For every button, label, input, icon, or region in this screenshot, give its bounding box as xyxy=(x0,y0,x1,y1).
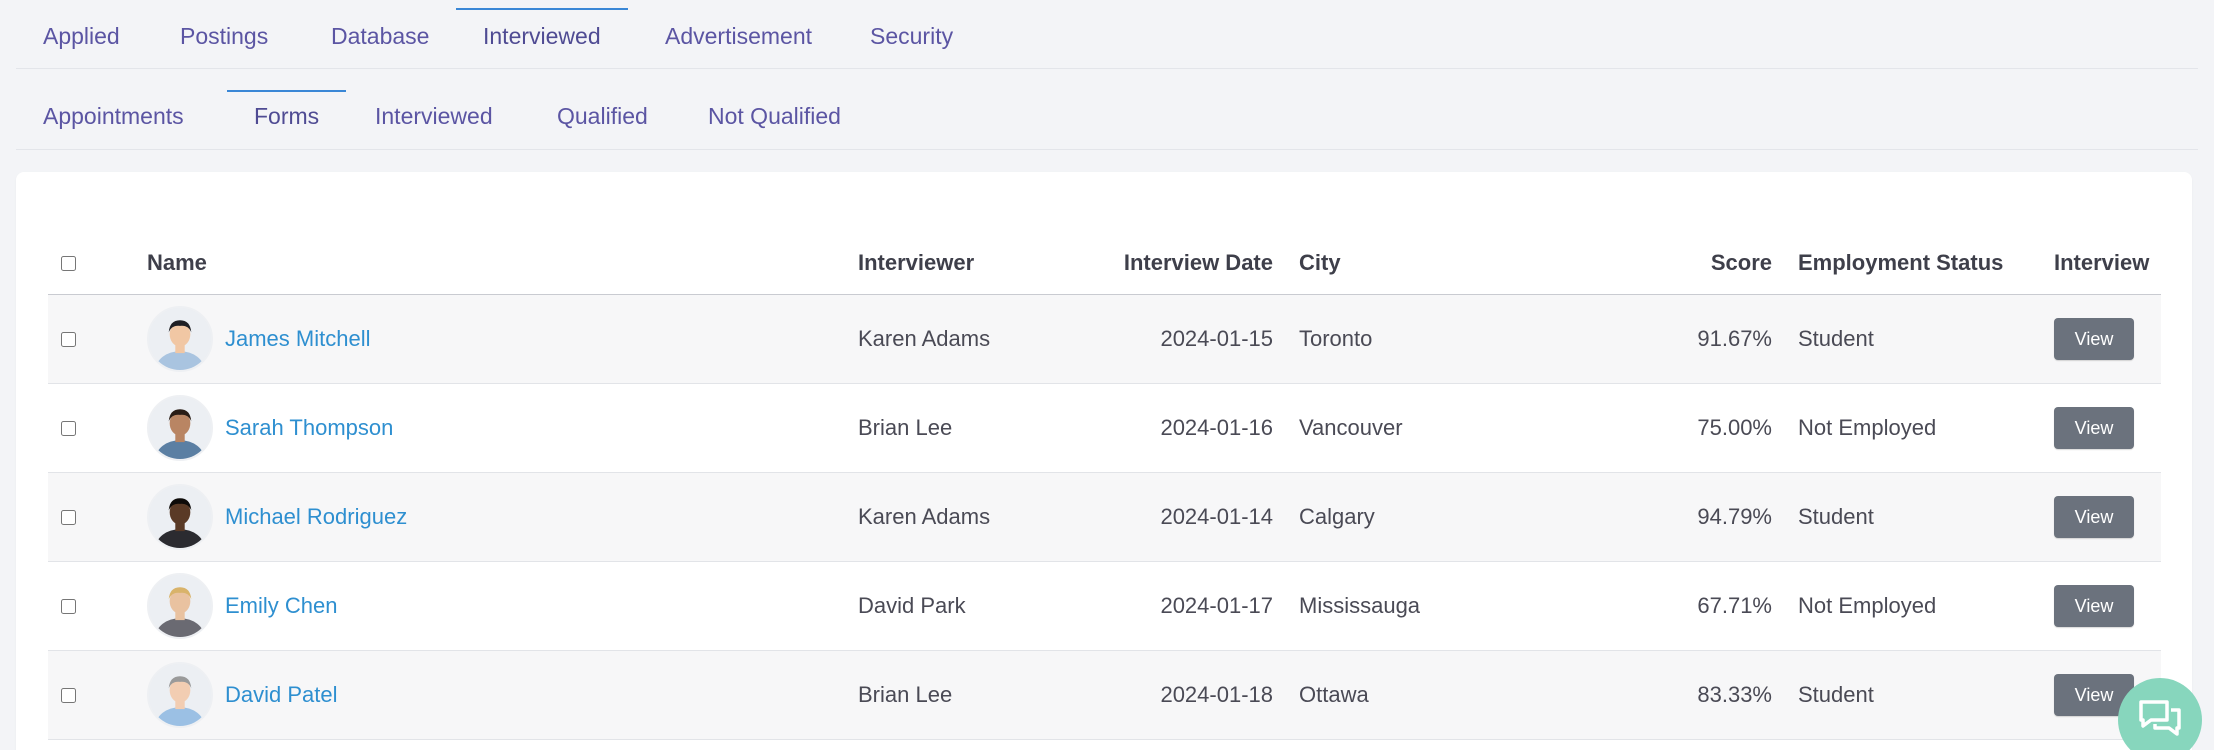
candidate-name-group: James Mitchell xyxy=(147,305,858,372)
candidate-cell: Emily Chen xyxy=(147,561,858,651)
interview-date-cell: 2024-01-15 xyxy=(1090,294,1299,384)
person-avatar xyxy=(147,572,213,639)
table-row[interactable]: James Mitchell Karen Adams 2024-01-15 To… xyxy=(48,294,2161,384)
interviewed-forms-card: Name Interviewer Interview Date City Sco… xyxy=(16,172,2192,750)
city-cell: Vancouver xyxy=(1299,383,1545,473)
interviewer-cell: Brian Lee xyxy=(858,383,1090,473)
table-row[interactable]: Sarah Thompson Brian Lee 2024-01-16 Vanc… xyxy=(48,383,2161,473)
interviewer-cell: David Park xyxy=(858,561,1090,651)
candidate-name-group: Sarah Thompson xyxy=(147,394,858,461)
subtab-not-qualified[interactable]: Not Qualified xyxy=(681,82,868,149)
employment-status-cell: Student xyxy=(1798,472,2054,562)
candidate-name-group: David Patel xyxy=(147,661,858,728)
row-checkbox[interactable] xyxy=(61,510,76,526)
row-checkbox[interactable] xyxy=(61,599,76,615)
candidate-name-link[interactable]: Sarah Thompson xyxy=(225,415,393,441)
candidate-name-link[interactable]: James Mitchell xyxy=(225,326,370,352)
row-checkbox[interactable] xyxy=(61,421,76,437)
city-cell: Ottawa xyxy=(1299,650,1545,740)
candidate-name-link[interactable]: Michael Rodriguez xyxy=(225,504,407,530)
person-avatar-icon xyxy=(149,663,211,726)
column-header-city[interactable]: City xyxy=(1299,232,1545,295)
subtab-appointments[interactable]: Appointments xyxy=(16,82,211,149)
tab-database[interactable]: Database xyxy=(304,0,456,68)
row-checkbox[interactable] xyxy=(61,332,76,348)
subtab-qualified[interactable]: Qualified xyxy=(530,82,675,149)
interviewer-cell: Brian Lee xyxy=(858,650,1090,740)
interviewer-cell: Karen Adams xyxy=(858,294,1090,384)
column-header-name[interactable]: Name xyxy=(147,232,858,295)
subtab-interviewed[interactable]: Interviewed xyxy=(348,82,520,149)
select-all-checkbox[interactable] xyxy=(61,256,76,272)
interview-cell: View xyxy=(2054,561,2161,651)
person-avatar xyxy=(147,661,213,728)
column-header-interview[interactable]: Interview xyxy=(2054,232,2161,295)
candidate-cell: Sarah Thompson xyxy=(147,383,858,473)
chat-bubbles-icon xyxy=(2139,700,2181,736)
column-header-interview-date[interactable]: Interview Date xyxy=(1090,232,1299,295)
tab-interviewed[interactable]: Interviewed xyxy=(456,0,628,68)
candidate-cell: James Mitchell xyxy=(147,294,858,384)
employment-status-cell: Student xyxy=(1798,294,2054,384)
primary-tab-bar: Applied Postings Database Interviewed Ad… xyxy=(16,0,2198,69)
person-avatar-icon xyxy=(149,485,211,548)
view-interview-button[interactable]: View xyxy=(2054,317,2134,360)
tab-postings[interactable]: Postings xyxy=(153,0,295,68)
interview-cell: View xyxy=(2054,294,2161,384)
interview-cell: View xyxy=(2054,472,2161,562)
candidates-table: Name Interviewer Interview Date City Sco… xyxy=(48,232,2161,740)
row-checkbox[interactable] xyxy=(61,688,76,704)
interviewer-cell: Karen Adams xyxy=(858,472,1090,562)
score-cell: 94.79% xyxy=(1545,472,1798,562)
subtab-forms[interactable]: Forms xyxy=(227,82,347,149)
person-avatar-icon xyxy=(149,307,211,370)
tab-advertisement[interactable]: Advertisement xyxy=(638,0,839,68)
column-header-score[interactable]: Score xyxy=(1545,232,1798,295)
tab-security[interactable]: Security xyxy=(843,0,980,68)
column-header-employment-status[interactable]: Employment Status xyxy=(1798,232,2054,295)
interview-date-cell: 2024-01-17 xyxy=(1090,561,1299,651)
person-avatar xyxy=(147,483,213,550)
candidate-cell: David Patel xyxy=(147,650,858,740)
view-interview-button[interactable]: View xyxy=(2054,584,2134,627)
employment-status-cell: Student xyxy=(1798,650,2054,740)
candidate-name-link[interactable]: David Patel xyxy=(225,682,338,708)
view-interview-button[interactable]: View xyxy=(2054,495,2134,538)
interview-date-cell: 2024-01-16 xyxy=(1090,383,1299,473)
person-avatar-icon xyxy=(149,396,211,459)
candidate-name-group: Michael Rodriguez xyxy=(147,483,858,550)
person-avatar xyxy=(147,394,213,461)
select-all-cell xyxy=(48,232,147,295)
tab-applied[interactable]: Applied xyxy=(16,0,147,68)
row-select-cell xyxy=(48,561,147,651)
secondary-tab-bar: Appointments Forms Interviewed Qualified… xyxy=(16,82,2198,150)
candidate-name-link[interactable]: Emily Chen xyxy=(225,593,337,619)
candidate-cell: Michael Rodriguez xyxy=(147,472,858,562)
score-cell: 91.67% xyxy=(1545,294,1798,384)
interview-date-cell: 2024-01-18 xyxy=(1090,650,1299,740)
table-row[interactable]: Emily Chen David Park 2024-01-17 Mississ… xyxy=(48,561,2161,651)
person-avatar-icon xyxy=(149,574,211,637)
row-select-cell xyxy=(48,650,147,740)
score-cell: 75.00% xyxy=(1545,383,1798,473)
candidate-name-group: Emily Chen xyxy=(147,572,858,639)
row-select-cell xyxy=(48,472,147,562)
table-header-row: Name Interviewer Interview Date City Sco… xyxy=(48,232,2161,295)
city-cell: Calgary xyxy=(1299,472,1545,562)
interview-cell: View xyxy=(2054,383,2161,473)
column-header-interviewer[interactable]: Interviewer xyxy=(858,232,1090,295)
employment-status-cell: Not Employed xyxy=(1798,383,2054,473)
city-cell: Mississauga xyxy=(1299,561,1545,651)
interview-date-cell: 2024-01-14 xyxy=(1090,472,1299,562)
person-avatar xyxy=(147,305,213,372)
row-select-cell xyxy=(48,294,147,384)
score-cell: 67.71% xyxy=(1545,561,1798,651)
row-select-cell xyxy=(48,383,147,473)
table-row[interactable]: David Patel Brian Lee 2024-01-18 Ottawa … xyxy=(48,650,2161,740)
employment-status-cell: Not Employed xyxy=(1798,561,2054,651)
score-cell: 83.33% xyxy=(1545,650,1798,740)
city-cell: Toronto xyxy=(1299,294,1545,384)
view-interview-button[interactable]: View xyxy=(2054,406,2134,449)
table-row[interactable]: Michael Rodriguez Karen Adams 2024-01-14… xyxy=(48,472,2161,562)
